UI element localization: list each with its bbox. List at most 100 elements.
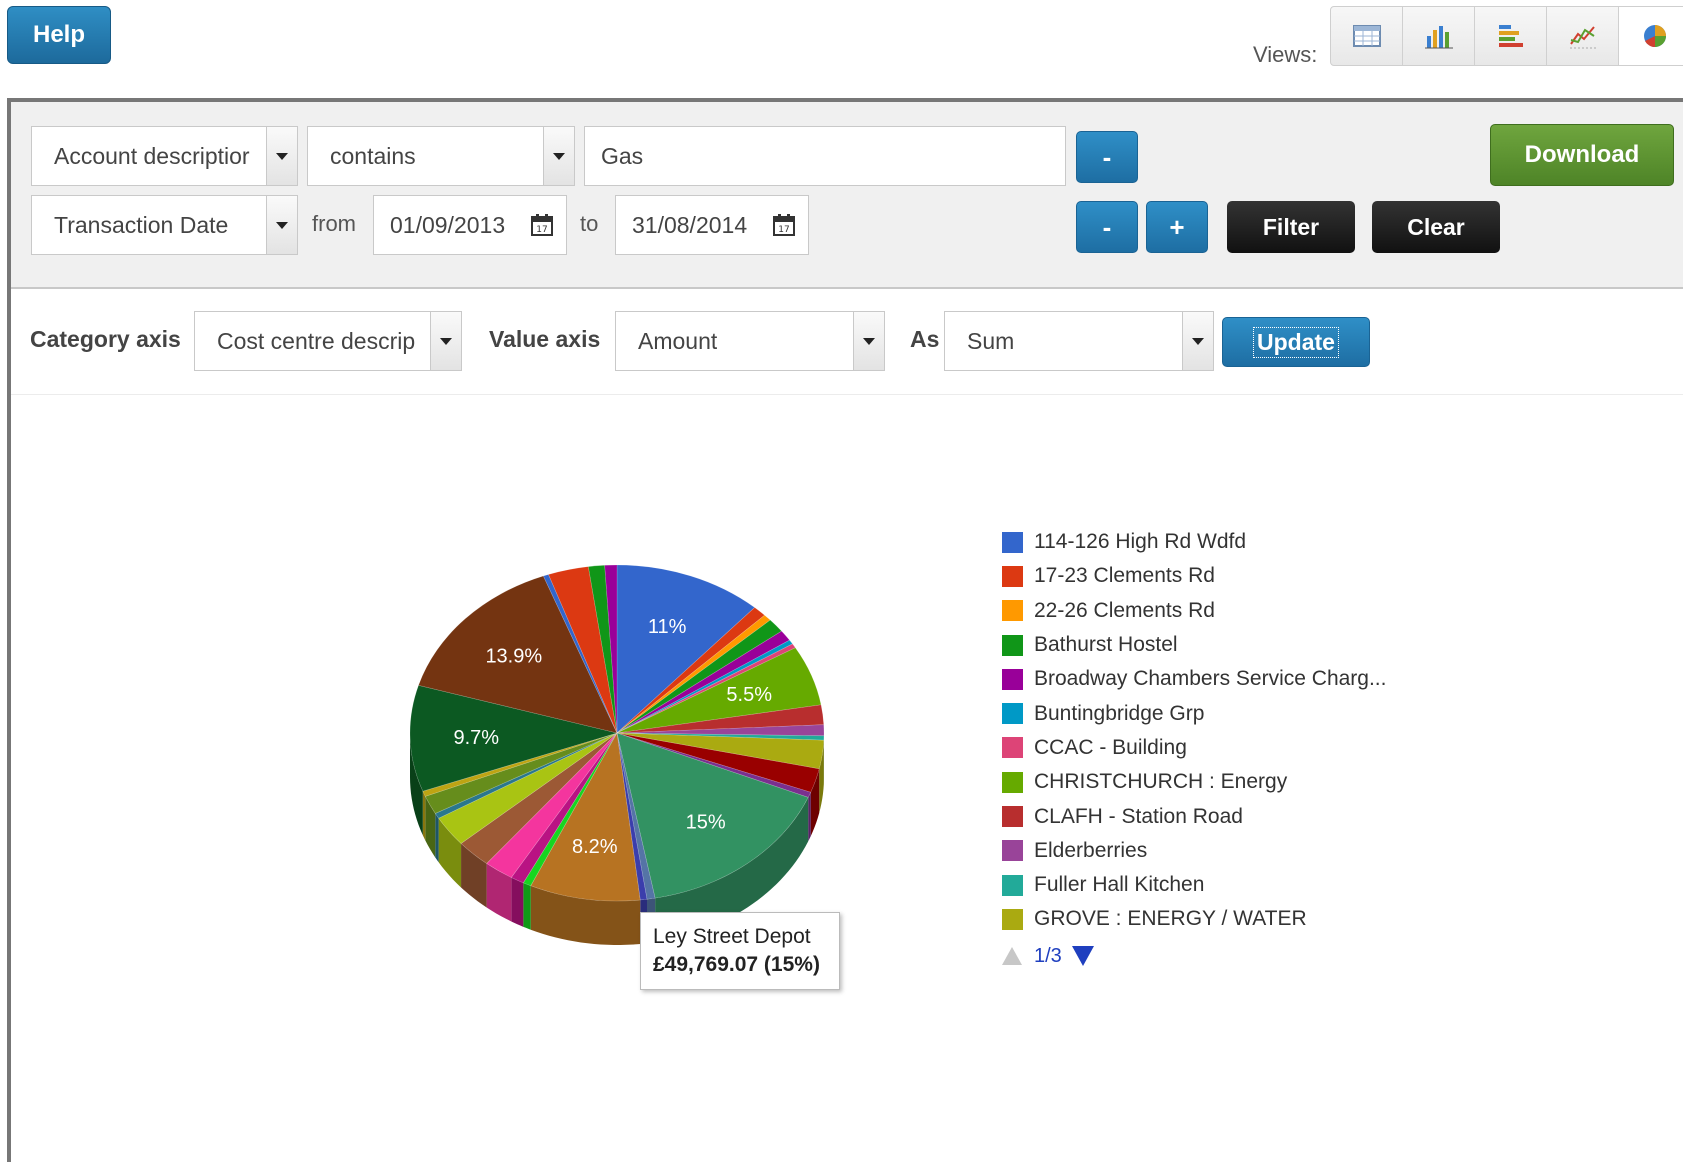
legend-swatch xyxy=(1002,635,1023,656)
chart-tooltip: Ley Street Depot £49,769.07 (15%) xyxy=(640,912,840,990)
tooltip-name: Ley Street Depot xyxy=(653,923,827,951)
from-date-text: 01/09/2013 xyxy=(390,212,505,239)
filter-value-input[interactable]: Gas xyxy=(584,126,1066,186)
filter-operator-select[interactable]: contains xyxy=(307,126,575,186)
pie-slice-label: 8.2% xyxy=(572,836,618,858)
legend-item[interactable]: Broadway Chambers Service Charg... xyxy=(1002,662,1386,696)
legend-label: Fuller Hall Kitchen xyxy=(1034,873,1204,897)
legend-swatch xyxy=(1002,600,1023,621)
chevron-down-icon xyxy=(543,127,574,185)
calendar-icon[interactable]: 17 xyxy=(530,213,554,237)
legend-item[interactable]: Elderberries xyxy=(1002,834,1386,868)
chevron-down-icon xyxy=(266,127,297,185)
filter-value-text: Gas xyxy=(601,143,643,170)
pie-slice-side xyxy=(808,792,811,841)
value-axis-select[interactable]: Amount xyxy=(615,311,885,371)
remove-filter-button-1[interactable]: - xyxy=(1076,131,1138,183)
legend-label: Broadway Chambers Service Charg... xyxy=(1034,667,1386,691)
aggregation-value: Sum xyxy=(967,328,1014,355)
calendar-icon[interactable]: 17 xyxy=(772,213,796,237)
legend-item[interactable]: 22-26 Clements Rd xyxy=(1002,594,1386,628)
pie-slice-side xyxy=(435,813,438,862)
value-axis-label: Value axis xyxy=(489,326,600,353)
views-toolbar xyxy=(1330,6,1683,66)
bar-chart-icon[interactable] xyxy=(1403,7,1475,65)
filter-field-value: Account descriptior xyxy=(54,143,254,170)
legend-swatch xyxy=(1002,669,1023,690)
category-axis-select[interactable]: Cost centre descrip xyxy=(194,311,462,371)
pie-slice-label: 13.9% xyxy=(485,645,542,667)
update-button[interactable]: Update xyxy=(1222,317,1370,367)
value-axis-value: Amount xyxy=(638,328,717,355)
pie-slice-label: 5.5% xyxy=(726,684,772,706)
stacked-bar-icon[interactable] xyxy=(1475,7,1547,65)
legend-label: CLAFH - Station Road xyxy=(1034,805,1243,829)
chevron-down-icon xyxy=(853,312,884,370)
legend-label: 114-126 High Rd Wdfd xyxy=(1034,530,1246,554)
tooltip-value: £49,769.07 (15%) xyxy=(653,951,827,979)
to-date-text: 31/08/2014 xyxy=(632,212,747,239)
legend-label: 22-26 Clements Rd xyxy=(1034,599,1215,623)
filter-field-select-1[interactable]: Account descriptior xyxy=(31,126,298,186)
legend-item[interactable]: CHRISTCHURCH : Energy xyxy=(1002,765,1386,799)
legend-swatch xyxy=(1002,840,1023,861)
legend-item[interactable]: 114-126 High Rd Wdfd xyxy=(1002,525,1386,559)
legend-label: Elderberries xyxy=(1034,839,1147,863)
legend-swatch xyxy=(1002,875,1023,896)
chevron-down-icon xyxy=(266,196,297,254)
legend-pager: 1/3 xyxy=(1002,945,1386,968)
chart-legend: 114-126 High Rd Wdfd 17-23 Clements Rd 22-… xyxy=(1002,525,1386,968)
pie-slice-side xyxy=(511,877,523,926)
pager-up-arrow-icon[interactable] xyxy=(1002,947,1022,965)
legend-item[interactable]: 17-23 Clements Rd xyxy=(1002,559,1386,593)
legend-swatch xyxy=(1002,703,1023,724)
legend-swatch xyxy=(1002,772,1023,793)
pager-down-arrow-icon[interactable] xyxy=(1072,946,1094,966)
legend-label: Buntingbridge Grp xyxy=(1034,702,1204,726)
legend-swatch xyxy=(1002,909,1023,930)
table-view-icon[interactable] xyxy=(1331,7,1403,65)
legend-swatch xyxy=(1002,532,1023,553)
legend-label: CHRISTCHURCH : Energy xyxy=(1034,770,1287,794)
to-date-input[interactable]: 31/08/2014 17 xyxy=(615,195,809,255)
as-label: As xyxy=(910,326,939,353)
to-label: to xyxy=(580,211,598,237)
update-button-label: Update xyxy=(1253,327,1339,358)
filter-field-select-2[interactable]: Transaction Date xyxy=(31,195,298,255)
legend-label: GROVE : ENERGY / WATER xyxy=(1034,907,1307,931)
legend-label: 17-23 Clements Rd xyxy=(1034,564,1215,588)
add-filter-button[interactable]: + xyxy=(1146,201,1208,253)
legend-item[interactable]: CLAFH - Station Road xyxy=(1002,799,1386,833)
svg-text:17: 17 xyxy=(536,225,547,235)
legend-item[interactable]: GROVE : ENERGY / WATER xyxy=(1002,902,1386,936)
pie-slice-label: 11% xyxy=(648,616,687,638)
clear-button[interactable]: Clear xyxy=(1372,201,1500,253)
aggregation-select[interactable]: Sum xyxy=(944,311,1214,371)
filter-field-value: Transaction Date xyxy=(54,212,228,239)
help-button[interactable]: Help xyxy=(7,6,111,64)
views-label: Views: xyxy=(1253,42,1317,68)
legend-item[interactable]: Fuller Hall Kitchen xyxy=(1002,868,1386,902)
pie-slice-label: 15% xyxy=(686,812,726,834)
pie-slice-label: 9.7% xyxy=(454,727,500,749)
legend-label: CCAC - Building xyxy=(1034,736,1187,760)
legend-swatch xyxy=(1002,737,1023,758)
legend-item[interactable]: Bathurst Hostel xyxy=(1002,628,1386,662)
filter-button[interactable]: Filter xyxy=(1227,201,1355,253)
pie-chart-icon[interactable] xyxy=(1619,7,1683,65)
legend-swatch xyxy=(1002,806,1023,827)
legend-swatch xyxy=(1002,566,1023,587)
category-axis-value: Cost centre descrip xyxy=(217,328,422,355)
chevron-down-icon xyxy=(1182,312,1213,370)
legend-item[interactable]: CCAC - Building xyxy=(1002,731,1386,765)
filter-operator-value: contains xyxy=(330,143,416,170)
pie-slice-side xyxy=(523,883,530,930)
legend-item[interactable]: Buntingbridge Grp xyxy=(1002,696,1386,730)
svg-text:17: 17 xyxy=(778,225,789,235)
line-chart-icon[interactable] xyxy=(1547,7,1619,65)
download-button[interactable]: Download xyxy=(1490,124,1674,186)
from-date-input[interactable]: 01/09/2013 17 xyxy=(373,195,567,255)
pager-text: 1/3 xyxy=(1034,945,1062,968)
category-axis-label: Category axis xyxy=(30,326,181,353)
remove-filter-button-2[interactable]: - xyxy=(1076,201,1138,253)
